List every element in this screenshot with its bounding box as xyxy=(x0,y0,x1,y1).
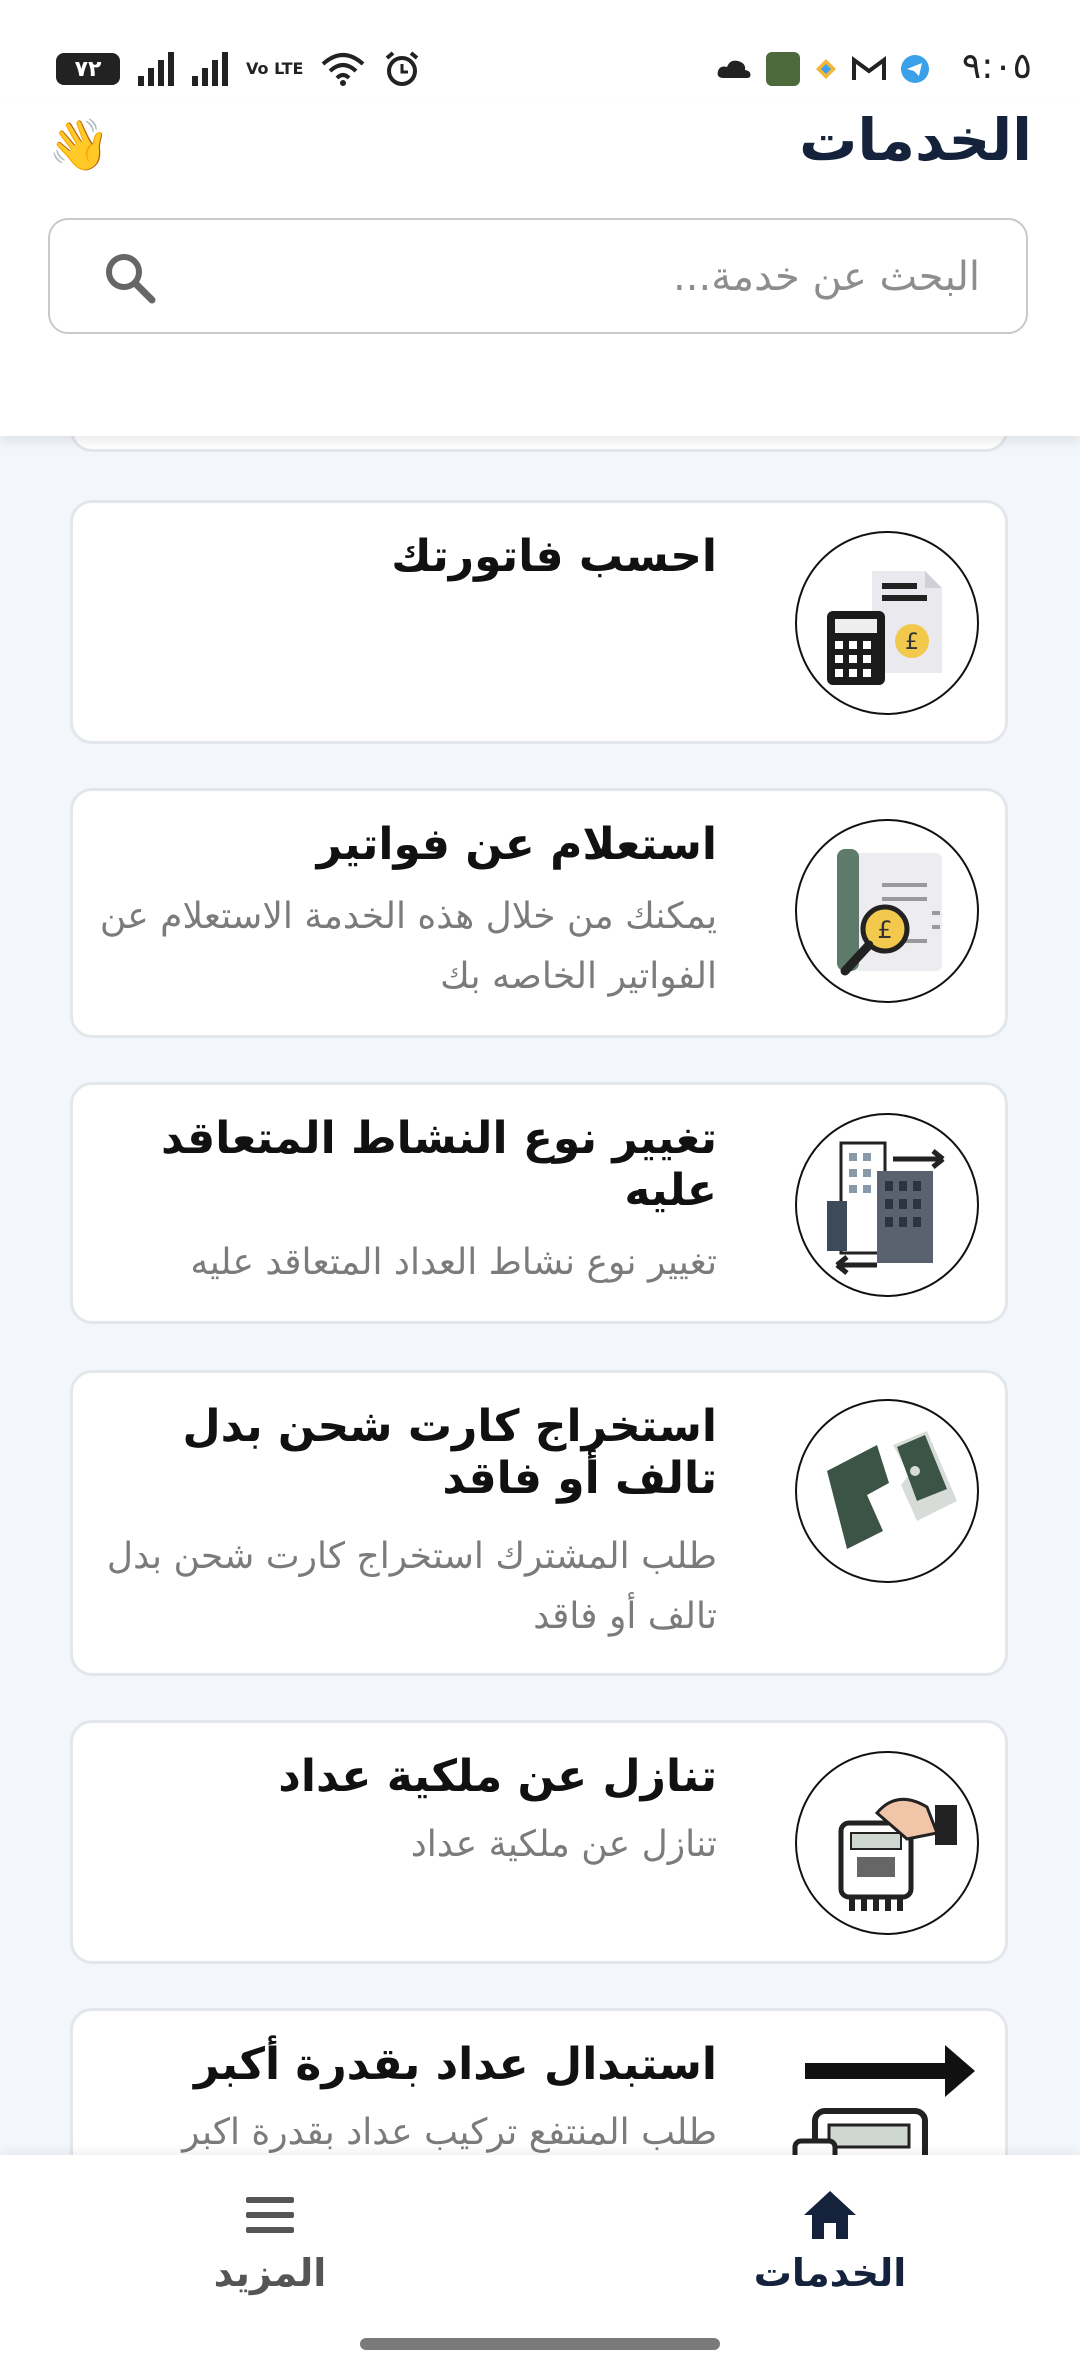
service-card-change-activity[interactable]: تغيير نوع النشاط المتعاقد عليه تغيير نوع… xyxy=(70,1082,1008,1324)
service-description: تنازل عن ملكية عداد xyxy=(410,1824,717,1865)
service-title: احسب فاتورتك xyxy=(391,531,717,582)
calculator-bill-icon: £ xyxy=(795,531,979,715)
service-title: استخراج كارت شحن بدل تالف أو فاقد xyxy=(182,1401,718,1504)
service-title: تنازل عن ملكية عداد xyxy=(278,1751,717,1802)
nav-more[interactable]: المزيد xyxy=(160,2185,380,2295)
service-description: طلب المشترك استخراج كارت شحن بدل تالف أو… xyxy=(106,1536,717,1637)
search-input[interactable] xyxy=(178,244,982,310)
meter-handover-icon xyxy=(795,1751,979,1935)
wave-hand-icon: 👋 xyxy=(48,116,111,174)
status-time: ٩:٠٥ xyxy=(961,46,1032,87)
service-title: تغيير نوع النشاط المتعاقد عليه xyxy=(161,1113,717,1216)
search-icon[interactable] xyxy=(102,250,158,306)
menu-icon xyxy=(246,2197,294,2233)
wifi-icon xyxy=(322,53,365,86)
app-icon xyxy=(766,52,800,86)
diamond-icon xyxy=(816,59,836,79)
service-description: تغيير نوع نشاط العداد المتعاقد عليه xyxy=(190,1242,717,1283)
signal-icon xyxy=(138,52,174,86)
service-card-replace-card[interactable]: استخراج كارت شحن بدل تالف أو فاقد طلب ال… xyxy=(70,1370,1008,1676)
nav-more-label: المزيد xyxy=(213,2251,327,2295)
home-indicator[interactable] xyxy=(360,2338,720,2350)
signal-icon-2 xyxy=(192,52,228,86)
service-title: استبدال عداد بقدرة أكبر xyxy=(194,2039,717,2090)
svg-text:£: £ xyxy=(905,630,919,655)
invoice-search-icon: £ xyxy=(795,819,979,1003)
broken-card-icon xyxy=(795,1399,979,1583)
nav-services-label: الخدمات xyxy=(753,2251,907,2295)
status-right-icons xyxy=(716,52,930,86)
service-description: طلب المنتفع تركيب عداد بقدرة اكبر xyxy=(182,2112,717,2153)
service-description: يمكنك من خلال هذه الخدمة الاستعلام عن ال… xyxy=(99,896,717,997)
battery-icon: ٧٢ xyxy=(56,53,120,85)
cloud-icon xyxy=(717,60,751,78)
gmail-icon xyxy=(852,56,886,80)
page-title: الخدمات xyxy=(799,106,1032,174)
telegram-icon xyxy=(901,55,929,83)
service-card-bill-inquiry[interactable]: £ استعلام عن فواتير يمكنك من خلال هذه ال… xyxy=(70,788,1008,1038)
battery-level: ٧٢ xyxy=(74,56,102,82)
alarm-icon xyxy=(386,51,419,86)
search-box[interactable] xyxy=(48,218,1028,334)
volte-icon: Vo LTE xyxy=(246,59,304,78)
home-icon xyxy=(804,2191,856,2239)
buildings-exchange-icon xyxy=(795,1113,979,1297)
svg-text:£: £ xyxy=(877,916,892,944)
status-left-icons: ٧٢ Vo LTE xyxy=(56,50,421,88)
service-title: استعلام عن فواتير xyxy=(316,819,717,870)
nav-services[interactable]: الخدمات xyxy=(720,2185,940,2295)
header: الخدمات 👋 xyxy=(0,100,1080,436)
service-card-meter-transfer[interactable]: تنازل عن ملكية عداد تنازل عن ملكية عداد xyxy=(70,1720,1008,1964)
service-card-calculate-bill[interactable]: £ احسب فاتورتك xyxy=(70,500,1008,744)
